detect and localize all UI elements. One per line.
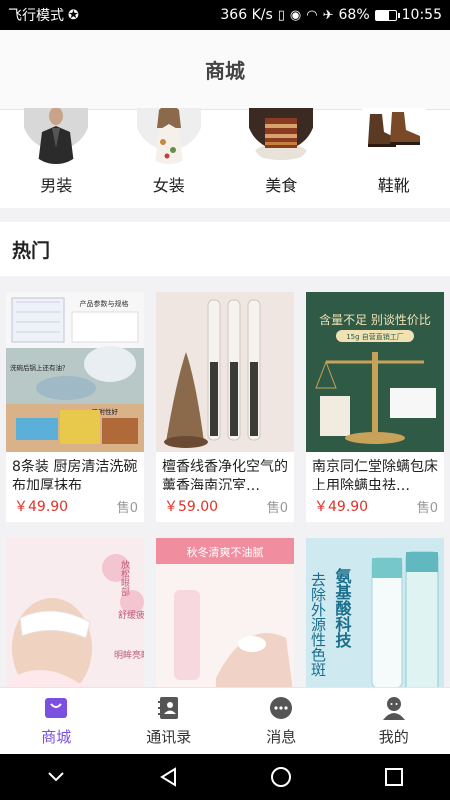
product-card[interactable]: 含量不足 别谈性价比 15g 自营直销工厂 南京同仁堂除螨包床上用除螨虫祛… ￥… (306, 292, 444, 522)
sync-icon: ✪ (68, 7, 79, 23)
product-image-caption: 含量不足 别谈性价比 (319, 312, 431, 327)
product-image-caption: 产品参数与规格 (80, 299, 129, 308)
product-image-caption: 去除外源性色斑 (309, 572, 327, 677)
product-image: 含量不足 别谈性价比 15g 自营直销工厂 (306, 292, 444, 452)
product-sold-count: 售0 (416, 500, 438, 516)
eye-icon: ◉ (289, 7, 302, 23)
tab-profile[interactable]: 我的 (338, 688, 450, 754)
product-image: 秋冬清爽不油腻 (156, 538, 294, 698)
product-card[interactable]: 檀香线香净化空气的薰香海南沉室… ￥59.00 售0 (156, 292, 294, 522)
food-image (249, 108, 314, 164)
category-shoes[interactable]: 鞋靴 (338, 108, 450, 208)
tab-contacts[interactable]: 通讯录 (113, 688, 226, 754)
product-image-caption: 秋冬清爽不油腻 (187, 545, 264, 559)
category-row: 男装 女装 美食 鞋靴 (0, 108, 450, 208)
hot-section-title: 热门 (12, 239, 51, 262)
airplane-icon: ✈ (322, 7, 334, 23)
product-image-caption: 舒缓疲劳 (118, 609, 144, 621)
category-label: 美食 (265, 176, 298, 195)
title-bar: 商城 (0, 30, 450, 110)
product-price: ￥49.90 (14, 499, 69, 515)
product-image-caption: 15g 自营直销工厂 (346, 332, 404, 341)
category-food[interactable]: 美食 (225, 108, 337, 208)
product-title: 南京同仁堂除螨包床上用除螨虫祛… (312, 459, 438, 490)
product-image-caption: 明眸亮眼 (114, 649, 144, 661)
product-image (156, 292, 294, 452)
bottom-tab-bar: 商城 通讯录 消息 我的 (0, 687, 450, 754)
shop-bag-icon (45, 697, 68, 718)
wifi-icon: ◠ (306, 7, 318, 23)
collapse-button[interactable] (36, 757, 76, 797)
network-speed: 366 K/s (220, 7, 273, 23)
product-image-caption: 洗碗后锅上还有油？ (10, 363, 69, 372)
men-clothing-image (24, 108, 89, 164)
message-icon (270, 696, 293, 719)
category-label: 鞋靴 (377, 176, 410, 195)
shoes-image (361, 108, 426, 164)
contacts-icon (157, 696, 178, 719)
battery-icon (374, 9, 400, 21)
product-image-caption: 放松眼部 (119, 559, 130, 597)
back-triangle-icon (159, 767, 176, 787)
tab-label: 我的 (378, 727, 409, 746)
hot-section-header: 热门 (0, 222, 450, 276)
home-circle-icon (271, 767, 292, 787)
product-sold-count: 售0 (116, 500, 138, 516)
battery-percent: 68% (338, 7, 370, 23)
product-image-caption: 氨基酸科技 (333, 567, 353, 649)
recents-button[interactable] (374, 757, 414, 797)
product-title: 檀香线香净化空气的薰香海南沉室… (162, 459, 288, 490)
clock: 10:55 (401, 7, 442, 23)
page-title: 商城 (205, 59, 245, 83)
tab-shop[interactable]: 商城 (0, 688, 113, 754)
tab-label: 通讯录 (146, 727, 192, 746)
chevron-down-icon (48, 772, 64, 782)
product-image: 放松眼部 舒缓疲劳 明眸亮眼 (6, 538, 144, 698)
product-image: 产品参数与规格 洗碗后锅上还有油？ 吸附性好 (6, 292, 144, 452)
tab-label: 消息 (266, 727, 297, 746)
category-label: 男装 (40, 176, 73, 195)
product-sold-count: 售0 (266, 500, 288, 516)
category-label: 女装 (152, 176, 185, 195)
product-title: 8条装 厨房清洁洗碗布加厚抹布 (12, 459, 138, 490)
profile-icon (382, 696, 405, 720)
back-button[interactable] (149, 757, 189, 797)
vibrate-icon: ▯ (277, 7, 285, 23)
product-price: ￥49.90 (314, 499, 369, 515)
product-grid: 产品参数与规格 洗碗后锅上还有油？ 吸附性好 8条装 厨房清洁洗碗布加厚抹布 ￥… (0, 292, 450, 748)
tab-label: 商城 (41, 727, 72, 746)
tab-messages[interactable]: 消息 (225, 688, 338, 754)
product-card[interactable]: 产品参数与规格 洗碗后锅上还有油？ 吸附性好 8条装 厨房清洁洗碗布加厚抹布 ￥… (6, 292, 144, 522)
status-bar: 飞行模式 ✪ 366 K/s ▯ ◉ ◠ ✈ 68% 10:55 (0, 0, 450, 30)
home-button[interactable] (261, 757, 301, 797)
airplane-mode-label: 飞行模式 (8, 8, 64, 24)
category-women[interactable]: 女装 (113, 108, 225, 208)
recents-square-icon (384, 768, 403, 786)
women-clothing-image (136, 108, 201, 164)
category-men[interactable]: 男装 (0, 108, 112, 208)
product-price: ￥59.00 (164, 499, 219, 515)
product-image: 氨基酸科技 去除外源性色斑 (306, 538, 444, 698)
system-navigation-bar (0, 754, 450, 800)
